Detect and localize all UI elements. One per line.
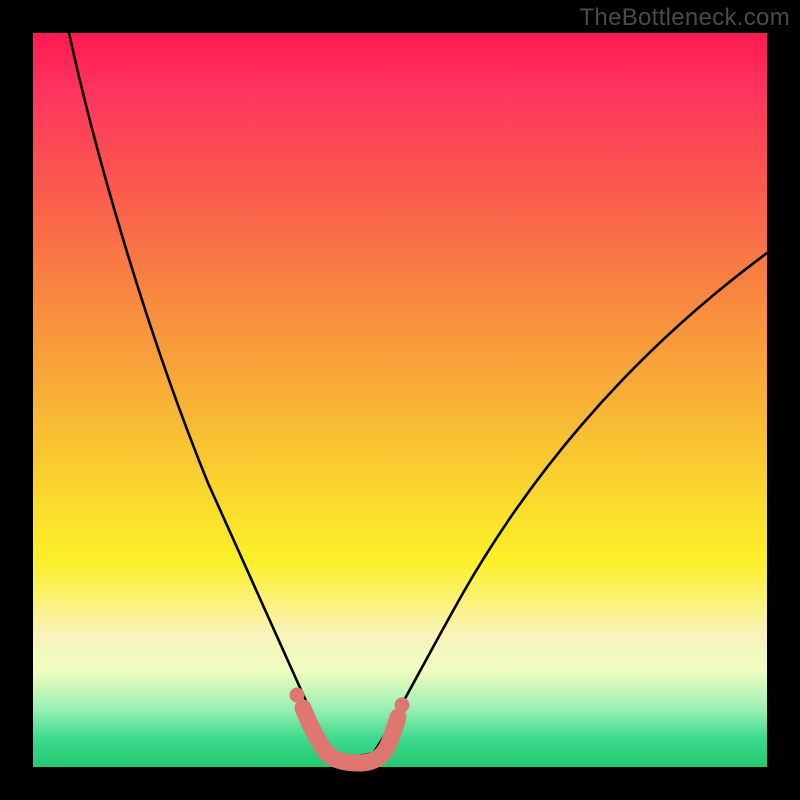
chart-frame: TheBottleneck.com <box>0 0 800 800</box>
watermark-text: TheBottleneck.com <box>579 4 790 32</box>
left-curve <box>69 33 333 753</box>
marker-dot-right <box>395 698 410 713</box>
marker-dot-left <box>290 688 305 703</box>
right-curve <box>373 253 767 753</box>
marker-blob <box>303 708 398 763</box>
plot-area <box>33 33 767 767</box>
chart-svg <box>33 33 767 767</box>
